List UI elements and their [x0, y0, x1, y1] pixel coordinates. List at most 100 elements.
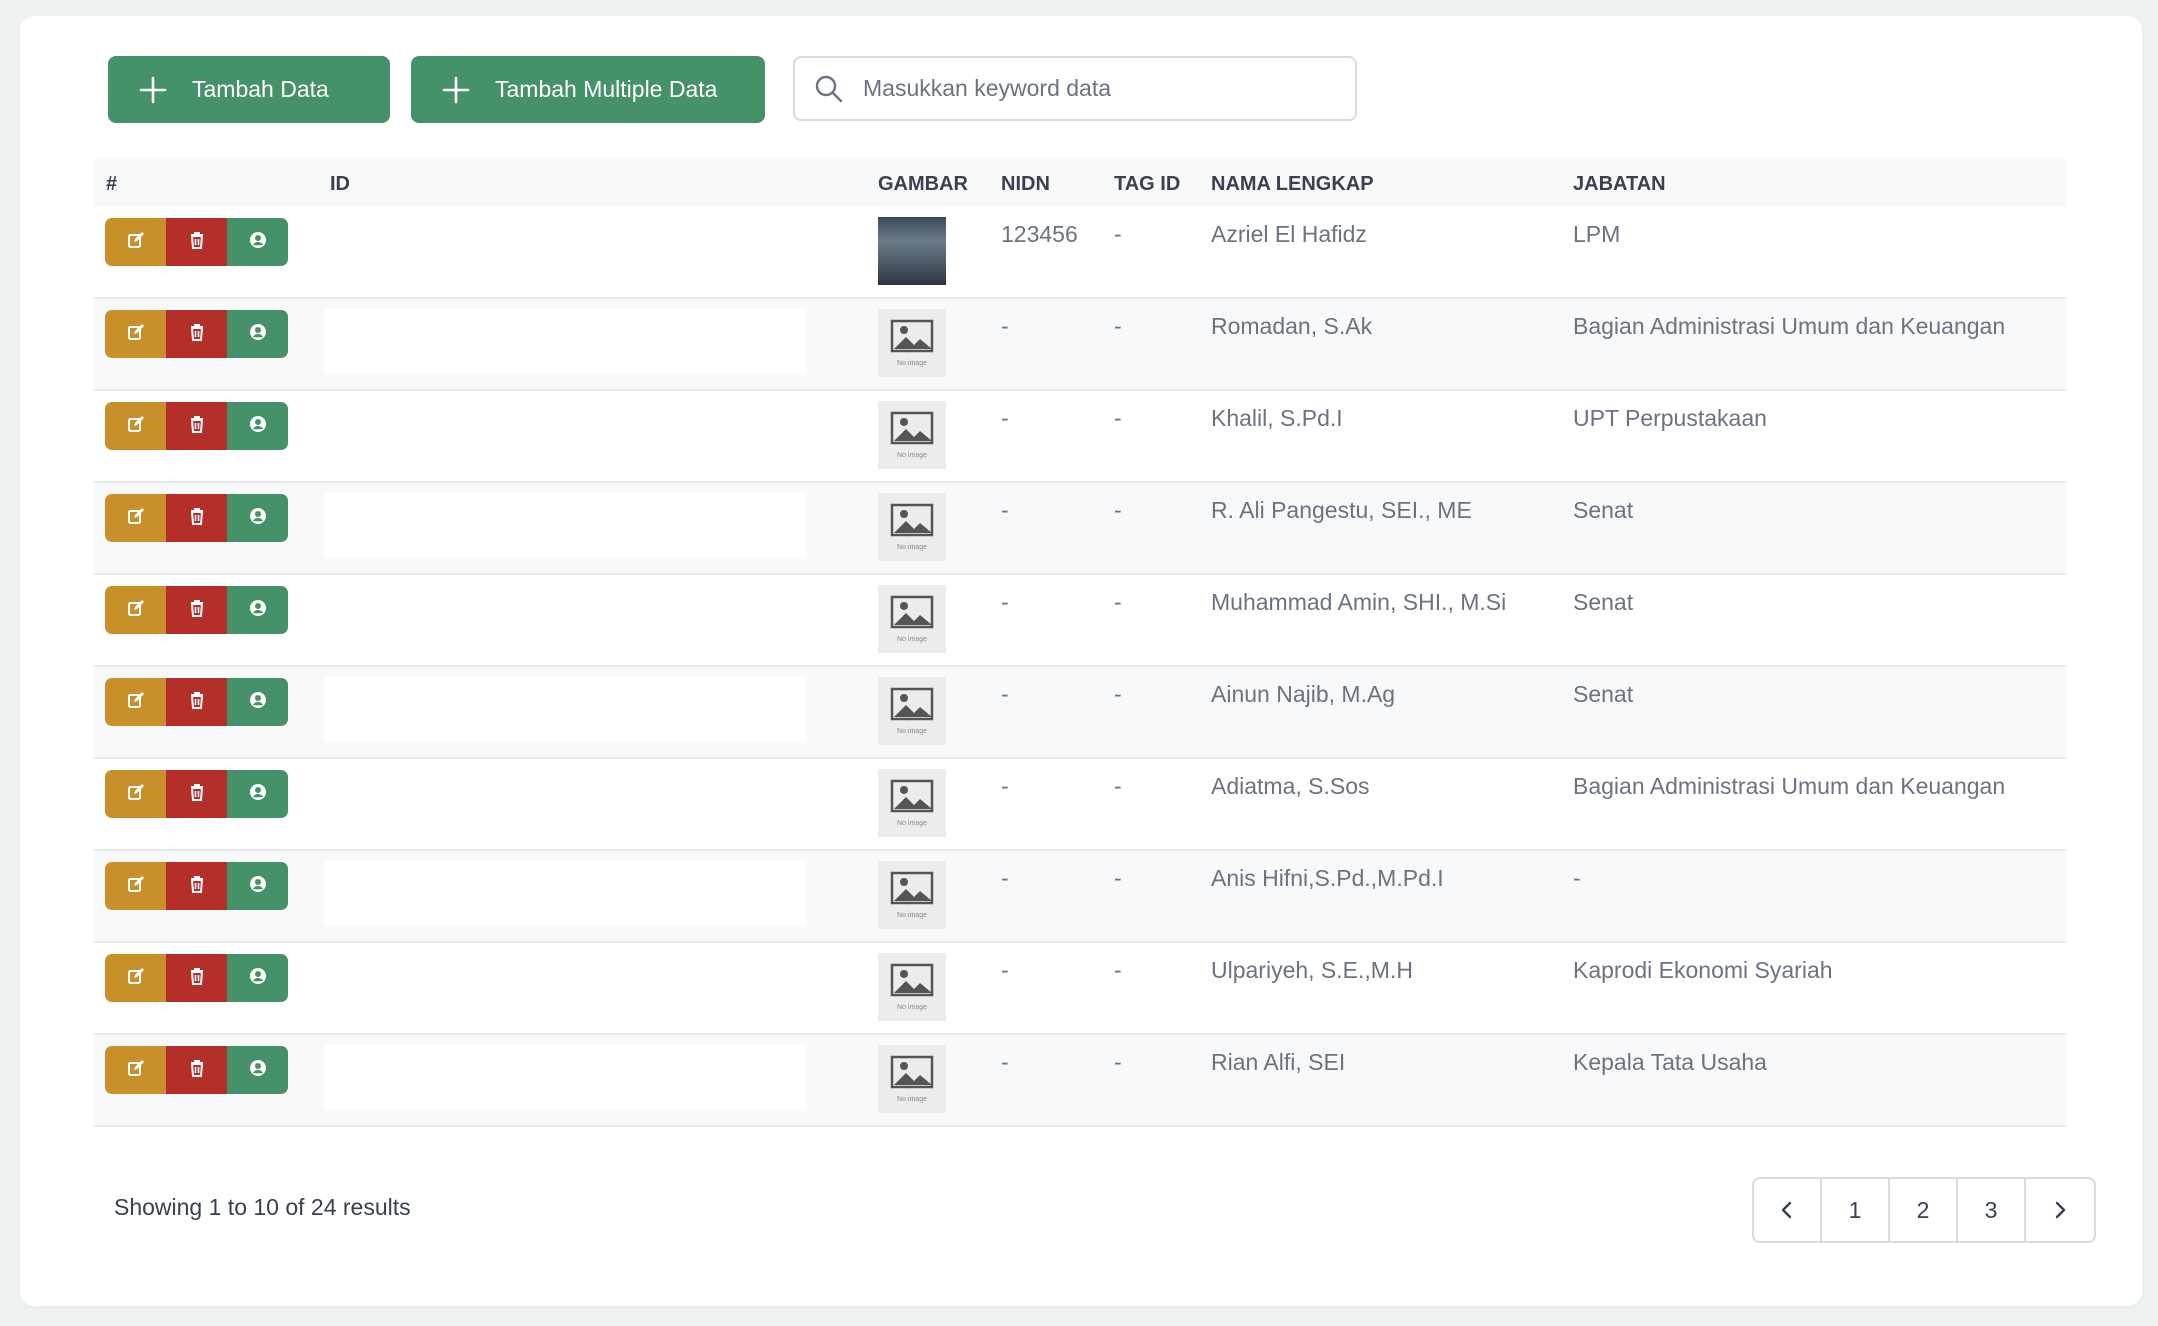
jabatan-cell: -: [1573, 865, 1581, 891]
view-user-button[interactable]: [227, 954, 288, 1002]
view-user-button[interactable]: [227, 862, 288, 910]
nidn-cell: -: [1001, 773, 1009, 799]
delete-button[interactable]: [166, 1046, 227, 1094]
no-image-thumbnail[interactable]: No image: [878, 769, 946, 837]
user-icon: [248, 414, 268, 439]
no-image-thumbnail[interactable]: No image: [878, 309, 946, 377]
delete-button[interactable]: [166, 678, 227, 726]
view-user-button[interactable]: [227, 678, 288, 726]
nidn-cell: -: [1001, 497, 1009, 523]
view-user-button[interactable]: [227, 310, 288, 358]
col-header-id: ID: [330, 173, 350, 195]
no-image-thumbnail[interactable]: No image: [878, 953, 946, 1021]
page-button-1[interactable]: 1: [1822, 1179, 1890, 1241]
edit-icon: [126, 230, 146, 255]
edit-button[interactable]: [105, 678, 166, 726]
edit-icon: [126, 506, 146, 531]
tag-id-cell: -: [1114, 681, 1122, 707]
view-user-button[interactable]: [227, 494, 288, 542]
prev-page-button[interactable]: [1754, 1179, 1822, 1241]
delete-button[interactable]: [166, 310, 227, 358]
user-icon: [248, 1058, 268, 1083]
row-actions: [105, 954, 288, 1002]
delete-button[interactable]: [166, 586, 227, 634]
row-actions: [105, 310, 288, 358]
nama-lengkap-cell: Muhammad Amin, SHI., M.Si: [1211, 589, 1507, 615]
delete-button[interactable]: [166, 218, 227, 266]
edit-button[interactable]: [105, 310, 166, 358]
image-placeholder-icon: [890, 871, 934, 910]
row-actions: [105, 1046, 288, 1094]
tag-id-cell: -: [1114, 313, 1122, 339]
edit-icon: [126, 1058, 146, 1083]
no-image-thumbnail[interactable]: No image: [878, 861, 946, 929]
table-row: No image - - R. Ali Pangestu, SEI., ME Senat: [94, 483, 2066, 575]
edit-icon: [126, 414, 146, 439]
add-multiple-data-button[interactable]: Tambah Multiple Data: [411, 56, 765, 123]
edit-icon: [126, 322, 146, 347]
edit-button[interactable]: [105, 862, 166, 910]
view-user-button[interactable]: [227, 1046, 288, 1094]
content-card: Tambah Data Tambah Multiple Data # ID GA…: [20, 16, 2142, 1306]
user-icon: [248, 690, 268, 715]
search-input[interactable]: [863, 75, 1333, 102]
delete-button[interactable]: [166, 494, 227, 542]
jabatan-cell: Senat: [1573, 589, 1634, 615]
row-actions: [105, 218, 288, 266]
add-data-button[interactable]: Tambah Data: [108, 56, 390, 123]
edit-button[interactable]: [105, 402, 166, 450]
edit-button[interactable]: [105, 954, 166, 1002]
nama-lengkap-cell: Azriel El Hafidz: [1211, 221, 1367, 247]
plus-icon: [139, 76, 167, 103]
table-row: No image - - Anis Hifni,S.Pd.,M.Pd.I -: [94, 851, 2066, 943]
jabatan-cell: Senat: [1573, 497, 1634, 523]
no-image-label: No image: [897, 1004, 927, 1011]
trash-icon: [187, 782, 207, 807]
no-image-thumbnail[interactable]: No image: [878, 493, 946, 561]
delete-button[interactable]: [166, 770, 227, 818]
edit-icon: [126, 782, 146, 807]
user-icon: [248, 966, 268, 991]
table-row: No image - - Khalil, S.Pd.I UPT Perpustakaan: [94, 391, 2066, 483]
page-button-3[interactable]: 3: [1958, 1179, 2026, 1241]
edit-button[interactable]: [105, 1046, 166, 1094]
trash-icon: [187, 690, 207, 715]
id-cell: [324, 677, 806, 743]
view-user-button[interactable]: [227, 218, 288, 266]
view-user-button[interactable]: [227, 402, 288, 450]
no-image-label: No image: [897, 728, 927, 735]
no-image-thumbnail[interactable]: No image: [878, 677, 946, 745]
no-image-thumbnail[interactable]: No image: [878, 585, 946, 653]
no-image-thumbnail[interactable]: No image: [878, 1045, 946, 1113]
id-cell: [324, 493, 806, 559]
image-placeholder-icon: [890, 319, 934, 358]
delete-button[interactable]: [166, 862, 227, 910]
row-actions: [105, 678, 288, 726]
trash-icon: [187, 598, 207, 623]
tag-id-cell: -: [1114, 1049, 1122, 1075]
tag-id-cell: -: [1114, 405, 1122, 431]
no-image-label: No image: [897, 544, 927, 551]
edit-button[interactable]: [105, 494, 166, 542]
col-header-nidn: NIDN: [1001, 173, 1050, 195]
jabatan-cell: Kepala Tata Usaha: [1573, 1049, 1767, 1075]
id-cell: [324, 309, 806, 375]
view-user-button[interactable]: [227, 770, 288, 818]
no-image-thumbnail[interactable]: No image: [878, 401, 946, 469]
page-button-2[interactable]: 2: [1890, 1179, 1958, 1241]
edit-button[interactable]: [105, 770, 166, 818]
table-header: # ID GAMBAR NIDN TAG ID NAMA LENGKAP JAB…: [94, 159, 2066, 207]
delete-button[interactable]: [166, 954, 227, 1002]
search-box: [793, 56, 1357, 121]
row-actions: [105, 586, 288, 634]
delete-button[interactable]: [166, 402, 227, 450]
edit-button[interactable]: [105, 218, 166, 266]
view-user-button[interactable]: [227, 586, 288, 634]
next-page-button[interactable]: [2026, 1179, 2094, 1241]
profile-photo[interactable]: [878, 217, 946, 285]
row-actions: [105, 770, 288, 818]
tag-id-cell: -: [1114, 957, 1122, 983]
edit-button[interactable]: [105, 586, 166, 634]
table-row: No image - - Ulpariyeh, S.E.,M.H Kaprodi Eko…: [94, 943, 2066, 1035]
jabatan-cell: Bagian Administrasi Umum dan Keuangan: [1573, 773, 2006, 799]
